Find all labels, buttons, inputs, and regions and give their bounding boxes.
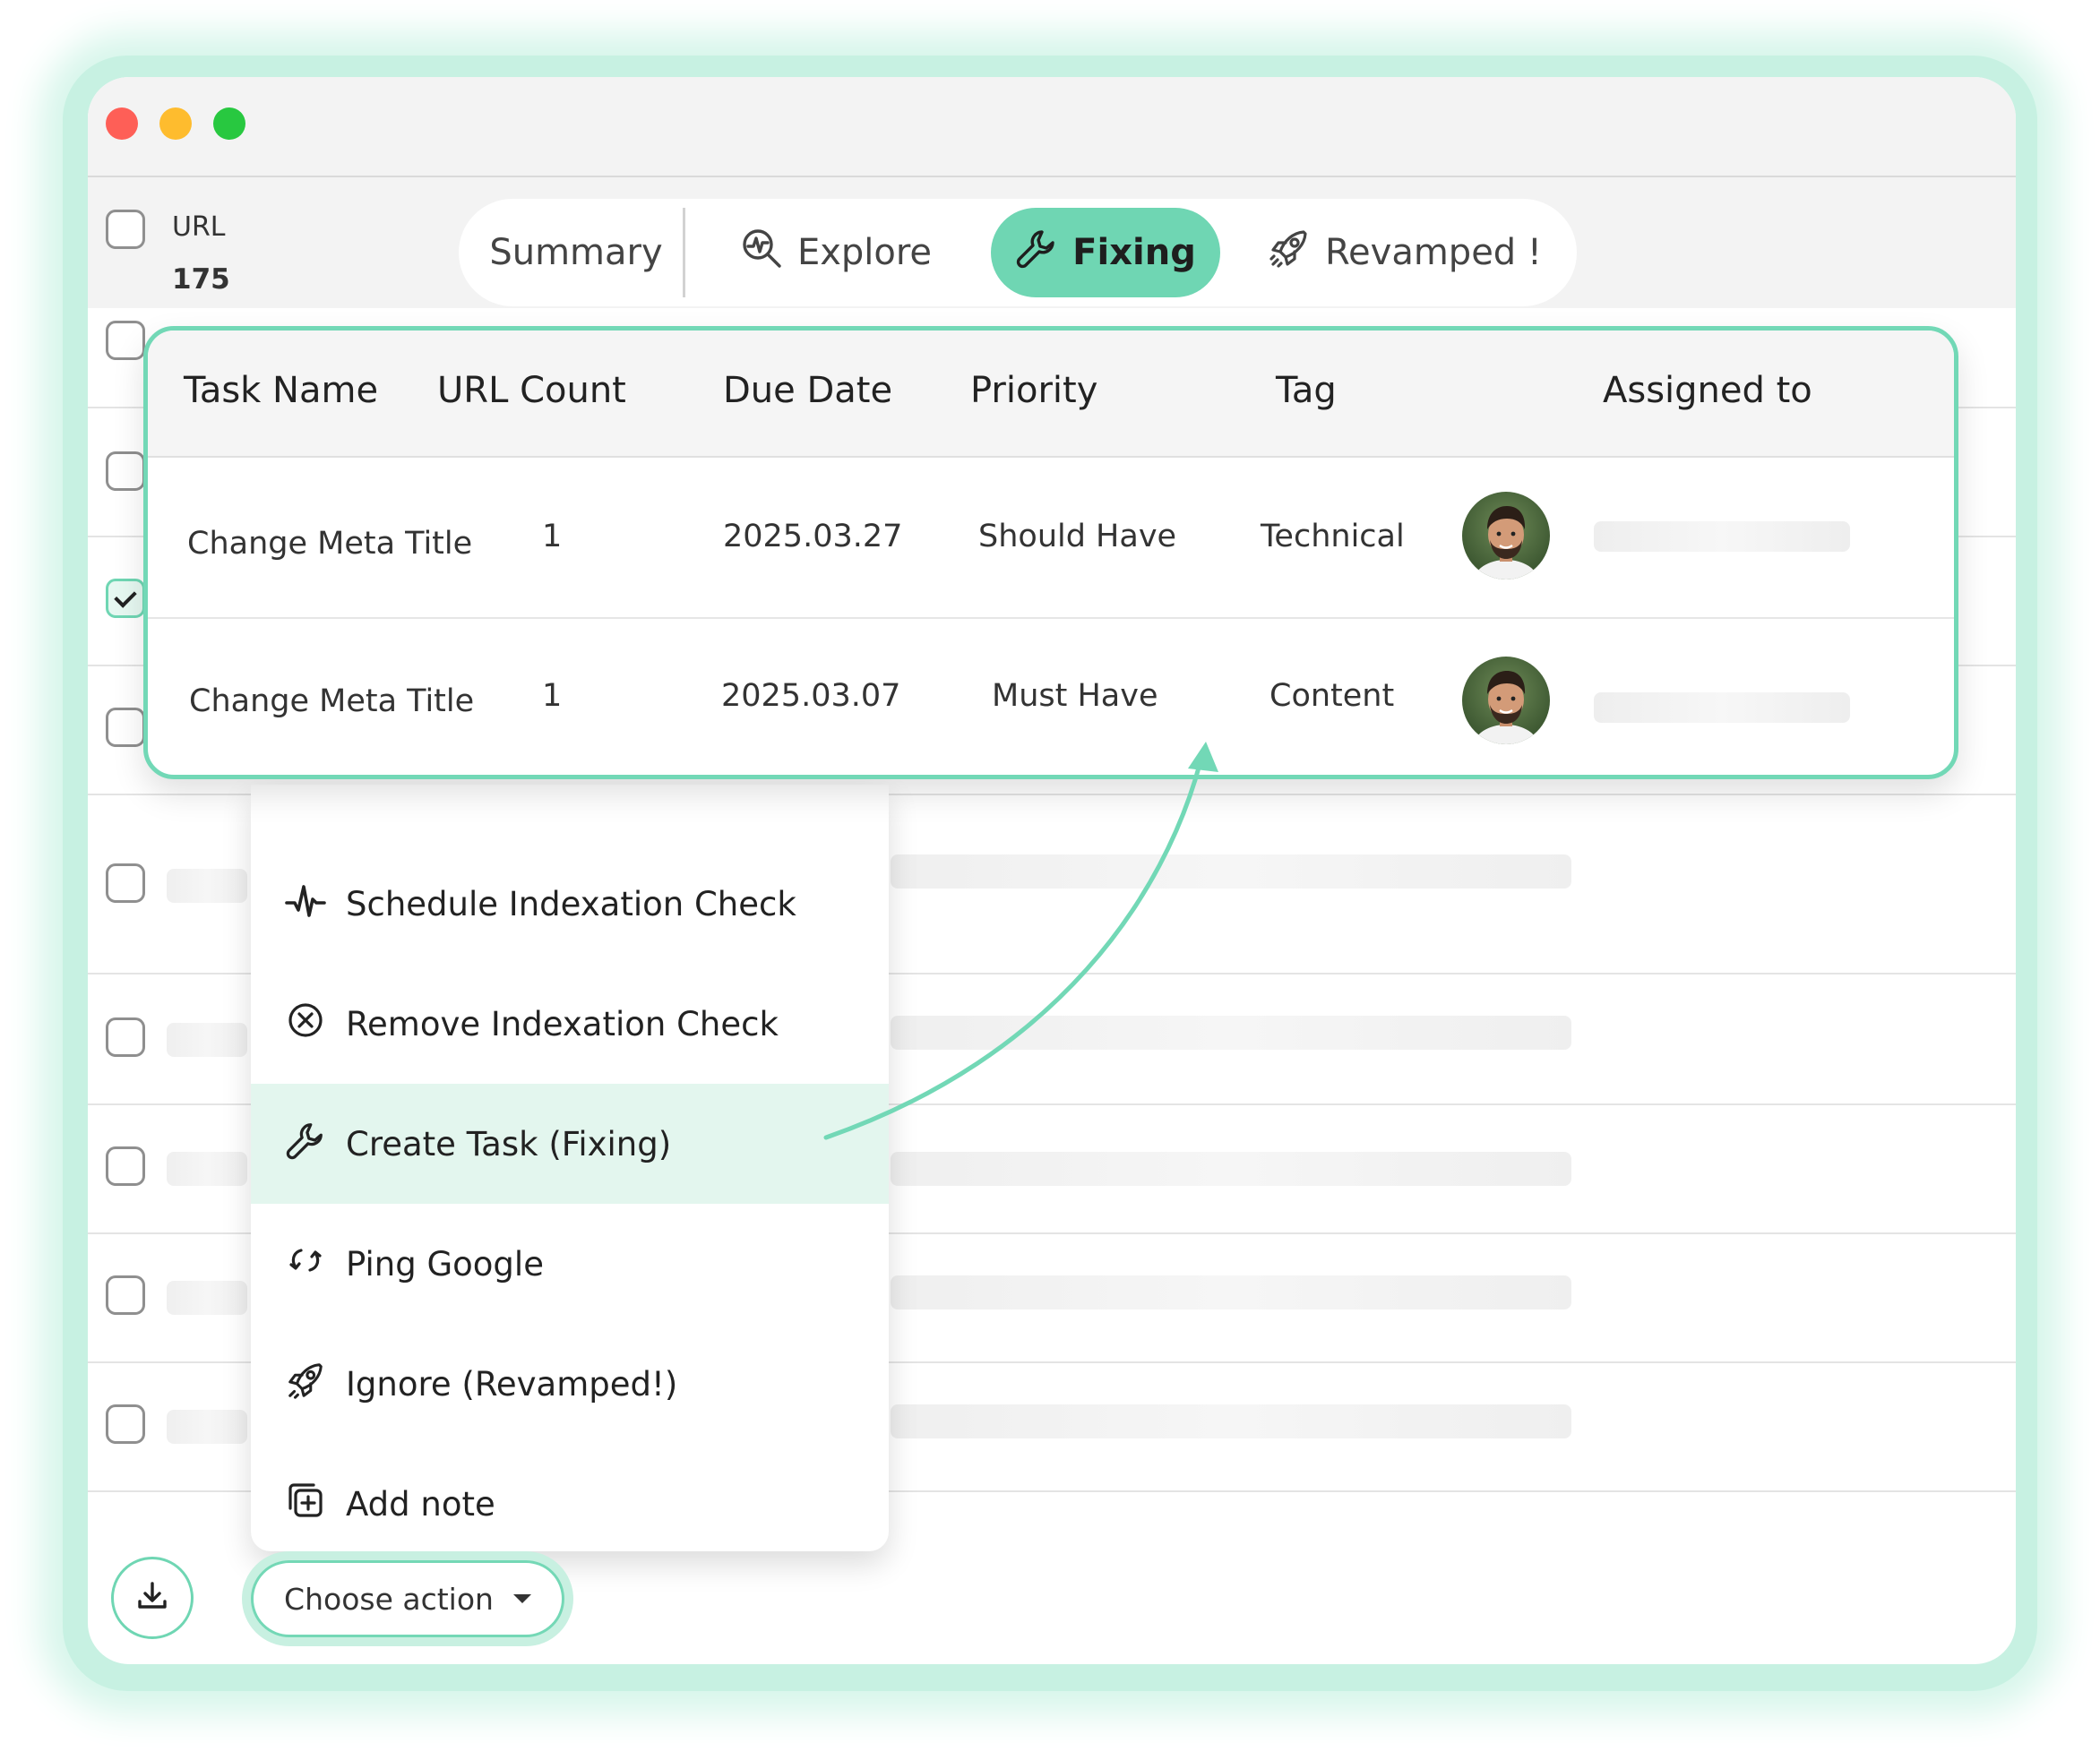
select-all-checkbox[interactable] [106,210,145,249]
tab-label: Explore [796,232,933,273]
download-button[interactable] [111,1557,194,1639]
refresh-icon [285,1240,326,1289]
add-note-icon [285,1480,326,1529]
tab-label: Summary [489,232,663,273]
row-checkbox[interactable] [106,1146,145,1186]
url-count-cell: 1 [542,519,563,554]
minimize-window-button[interactable] [159,107,192,140]
tab-label: Fixing [1072,232,1196,273]
action-menu: Schedule Indexation Check Remove Indexat… [251,785,889,1551]
menu-item-label: Remove Indexation Check [346,1004,779,1043]
row-placeholder [167,869,247,903]
task-name-cell: Change Meta Title [189,683,475,719]
table-header-bar: URL 175 Summary Explore Fixing Revamped … [88,177,2016,308]
wrench-icon [285,1120,326,1169]
url-column-label: URL [172,211,226,243]
close-window-button[interactable] [106,107,138,140]
priority-cell: Should Have [978,519,1177,554]
menu-item-remove-indexation-check[interactable]: Remove Indexation Check [251,964,889,1084]
menu-item-label: Schedule Indexation Check [346,884,796,923]
caret-down-icon [512,1594,531,1603]
row-checkbox[interactable] [106,1017,145,1057]
rocket-icon [1268,227,1311,279]
column-header-task-name[interactable]: Task Name [184,370,378,411]
menu-item-add-note[interactable]: Add note [251,1444,889,1564]
row-checkbox[interactable] [106,1404,145,1444]
menu-item-ping-google[interactable]: Ping Google [251,1204,889,1324]
row-divider [148,617,1954,619]
tab-fixing[interactable]: Fixing [991,208,1220,297]
avatar [1462,492,1550,580]
wrench-icon [1015,227,1058,279]
menu-item-label: Add note [346,1484,495,1524]
choose-action-button[interactable]: Choose action [251,1560,564,1637]
tab-summary[interactable]: Summary [482,208,670,297]
row-checkbox[interactable] [106,708,145,747]
circle-x-icon [285,1000,326,1049]
row-placeholder [167,1410,247,1444]
pulse-icon [285,880,326,929]
app-window: URL 175 Summary Explore Fixing Revamped … [88,77,2016,1664]
row-checkbox[interactable] [106,1275,145,1315]
menu-item-ignore-revamped[interactable]: Ignore (Revamped!) [251,1324,889,1444]
tag-cell: Technical [1261,519,1405,554]
column-header-url-count[interactable]: URL Count [437,370,626,411]
search-chart-icon [740,227,783,279]
column-header-tag[interactable]: Tag [1276,370,1337,411]
download-icon [134,1578,170,1618]
row-placeholder [167,1023,247,1057]
assignee-name-placeholder [1594,521,1850,552]
url-count: 175 [172,263,230,296]
assignee-name-placeholder [1594,692,1850,723]
choose-action-focus-ring: Choose action [242,1551,573,1646]
choose-action-label: Choose action [284,1581,494,1617]
row-placeholder [891,1016,1571,1050]
column-header-assigned-to[interactable]: Assigned to [1603,370,1812,411]
menu-item-label: Create Task (Fixing) [346,1124,672,1163]
row-placeholder [891,1404,1571,1438]
tab-label: Revamped ! [1325,232,1542,273]
row-checkbox[interactable] [106,451,145,491]
tag-cell: Content [1269,678,1395,714]
menu-item-create-task-fixing[interactable]: Create Task (Fixing) [251,1084,889,1204]
row-placeholder [891,1152,1571,1186]
tab-explore[interactable]: Explore [724,208,948,297]
view-tabs: Summary Explore Fixing Revamped ! [459,199,1577,306]
due-date-cell: 2025.03.27 [723,519,903,554]
task-name-cell: Change Meta Title [187,526,473,562]
row-placeholder [167,1152,247,1186]
task-table-header: Task Name URL Count Due Date Priority Ta… [148,331,1954,458]
row-placeholder [167,1281,247,1315]
avatar [1462,657,1550,744]
row-checkbox-checked[interactable] [106,579,145,618]
title-bar [88,77,2016,177]
task-table-popup: Task Name URL Count Due Date Priority Ta… [143,326,1958,779]
menu-item-label: Ping Google [346,1244,544,1284]
menu-item-schedule-indexation-check[interactable]: Schedule Indexation Check [251,844,889,964]
priority-cell: Must Have [992,678,1158,714]
column-header-priority[interactable]: Priority [970,370,1097,411]
tab-divider [683,208,685,297]
tab-revamped[interactable]: Revamped ! [1261,208,1548,297]
column-header-due-date[interactable]: Due Date [723,370,892,411]
url-count-cell: 1 [542,678,563,714]
menu-item-label: Ignore (Revamped!) [346,1364,678,1404]
row-placeholder [891,854,1571,889]
row-checkbox[interactable] [106,863,145,903]
maximize-window-button[interactable] [213,107,245,140]
due-date-cell: 2025.03.07 [721,678,901,714]
rocket-icon [285,1360,326,1409]
row-placeholder [891,1275,1571,1309]
row-checkbox[interactable] [106,321,145,360]
